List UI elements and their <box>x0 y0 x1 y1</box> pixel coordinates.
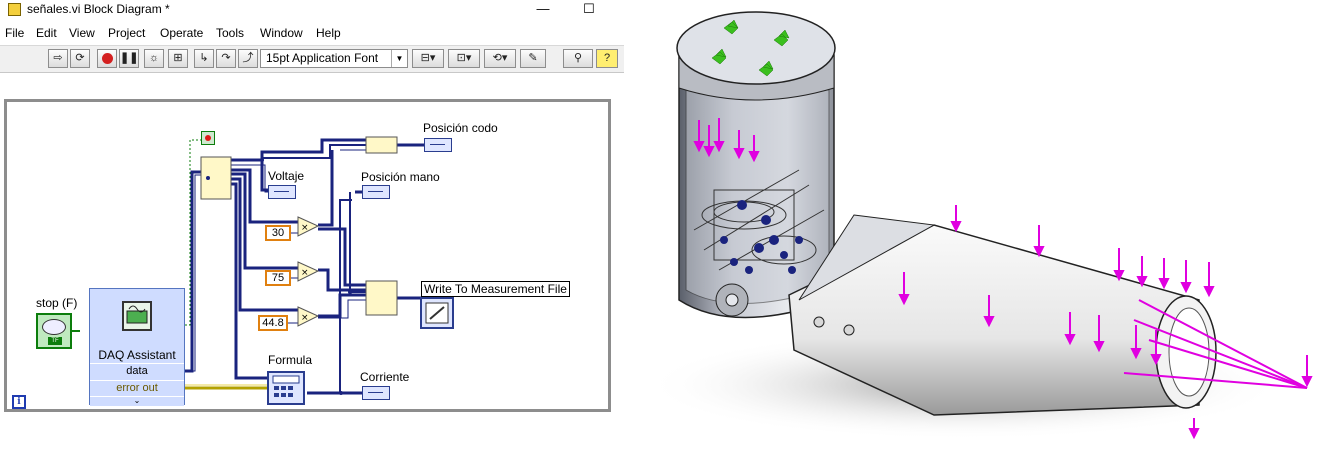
labview-window: señales.vi Block Diagram * — ☐ File Edit… <box>0 0 624 461</box>
indicator-posicion-mano[interactable] <box>362 185 390 199</box>
split-signals-node[interactable] <box>200 156 232 200</box>
indicator-posicion-codo[interactable] <box>424 138 452 152</box>
svg-text:×: × <box>301 268 309 278</box>
svg-text:×: × <box>301 313 309 323</box>
label-formula: Formula <box>268 353 313 367</box>
stop-button-terminal[interactable] <box>201 131 215 145</box>
expand-chevron-icon[interactable]: ⌄ <box>90 396 184 406</box>
stop-dial-icon <box>42 319 66 335</box>
daq-assistant-icon <box>122 301 152 331</box>
cad-model-view <box>644 11 1313 440</box>
transparent-shell <box>685 89 830 304</box>
svg-text:×: × <box>301 223 309 233</box>
daq-error-out-terminal[interactable]: error out <box>90 380 184 397</box>
write-measurement-file-icon[interactable] <box>420 297 454 329</box>
label-corriente: Corriente <box>360 370 410 384</box>
merge-signals-node-bottom[interactable] <box>365 280 398 316</box>
label-voltaje: Voltaje <box>268 169 305 183</box>
label-stop: stop (F) <box>36 296 78 310</box>
stop-control-terminal[interactable]: TF <box>36 313 72 349</box>
top-cap <box>676 11 836 85</box>
info-icon[interactable]: i <box>12 395 26 409</box>
constant-75[interactable]: 75 <box>265 270 291 286</box>
constant-44-8[interactable]: 44.8 <box>258 315 288 331</box>
tf-badge: TF <box>48 337 62 345</box>
daq-assistant-title: DAQ Assistant <box>98 348 176 362</box>
indicator-corriente[interactable] <box>362 386 390 400</box>
indicator-voltaje[interactable] <box>268 185 296 199</box>
daq-data-terminal[interactable]: data <box>90 363 184 380</box>
merge-signals-node-top[interactable] <box>365 136 398 154</box>
constant-30[interactable]: 30 <box>265 225 291 241</box>
formula-node-icon[interactable] <box>267 371 305 405</box>
daq-assistant-node[interactable]: DAQ Assistant data error out ⌄ <box>89 288 185 406</box>
label-write-measurement-file: Write To Measurement File <box>421 281 570 297</box>
label-posicion-codo: Posición codo <box>423 121 498 135</box>
label-posicion-mano: Posición mano <box>361 170 440 184</box>
